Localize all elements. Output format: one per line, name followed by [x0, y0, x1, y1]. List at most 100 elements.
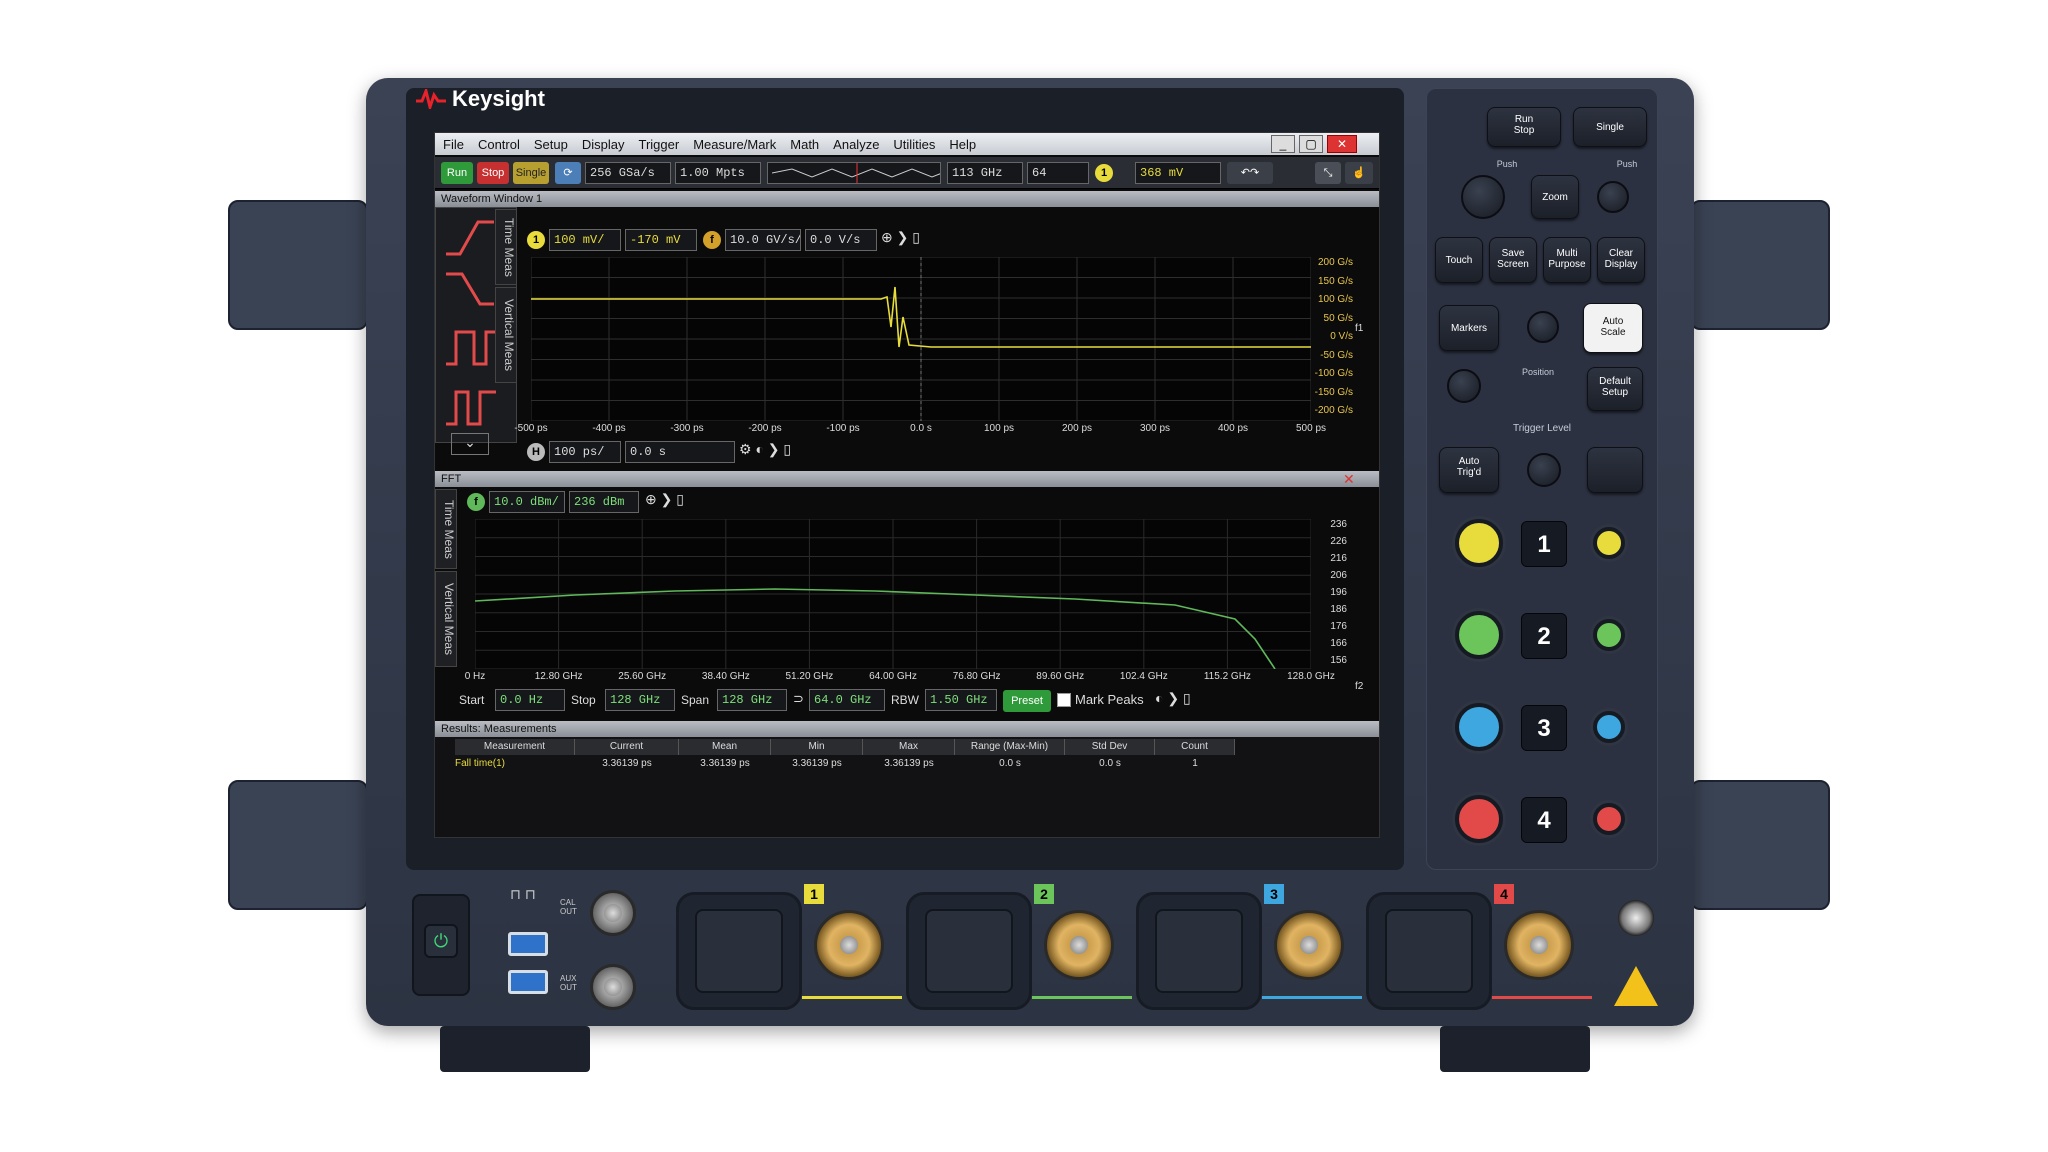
- aux-trigger-connector[interactable]: [1618, 900, 1654, 936]
- fft-plot[interactable]: [474, 518, 1312, 670]
- probe-interface-2[interactable]: [906, 892, 1032, 1010]
- start-field[interactable]: 0.0 Hz: [495, 689, 565, 711]
- auto-trig-key[interactable]: Auto Trig'd: [1439, 447, 1499, 493]
- single-button[interactable]: Single: [513, 162, 549, 184]
- delay-field[interactable]: 0.0 s: [625, 441, 735, 463]
- ch1-offset-field[interactable]: -170 mV: [625, 229, 697, 251]
- close-button[interactable]: ✕: [1327, 135, 1357, 153]
- results-col-header[interactable]: Min: [771, 739, 863, 755]
- fft-options-icon[interactable]: ◐ ❯ ▯: [1155, 690, 1191, 707]
- horizontal-scale-knob[interactable]: [1461, 175, 1505, 219]
- sample-rate-field[interactable]: 256 GSa/s: [585, 162, 671, 184]
- ch1-offset-knob[interactable]: [1593, 527, 1625, 559]
- averages-field[interactable]: 64: [1027, 162, 1089, 184]
- timebase-field[interactable]: 100 ps/: [549, 441, 621, 463]
- center-field[interactable]: 64.0 GHz: [809, 689, 885, 711]
- waveform-plot[interactable]: [530, 256, 1312, 422]
- stop-field[interactable]: 128 GHz: [605, 689, 675, 711]
- power-icon[interactable]: ⏻: [424, 924, 458, 958]
- results-col-header[interactable]: Current: [575, 739, 679, 755]
- ch1-input-connector[interactable]: [814, 910, 884, 980]
- touch-key[interactable]: Touch: [1435, 237, 1483, 283]
- span-field[interactable]: 128 GHz: [717, 689, 787, 711]
- minimize-button[interactable]: _: [1271, 135, 1295, 153]
- fft-close-icon[interactable]: ✕: [1343, 471, 1355, 487]
- clear-display-key[interactable]: Clear Display: [1597, 237, 1645, 283]
- ch2-input-connector[interactable]: [1044, 910, 1114, 980]
- expand-palette-icon[interactable]: ⌄: [451, 433, 489, 455]
- trigger-level-knob[interactable]: [1527, 453, 1561, 487]
- fft-badge[interactable]: f: [467, 493, 485, 511]
- menu-item-math[interactable]: Math: [790, 137, 819, 152]
- marker-knob[interactable]: [1527, 311, 1559, 343]
- trigger-level-field[interactable]: 368 mV: [1135, 162, 1221, 184]
- results-col-header[interactable]: Max: [863, 739, 955, 755]
- fft-offset-field[interactable]: 236 dBm: [569, 491, 639, 513]
- probe-interface-4[interactable]: [1366, 892, 1492, 1010]
- undo-redo-icon[interactable]: ↶↷: [1227, 162, 1273, 184]
- aux-out-connector[interactable]: [590, 964, 636, 1010]
- mark-peaks-checkbox[interactable]: [1057, 693, 1071, 707]
- ch1-badge[interactable]: 1: [527, 231, 545, 249]
- single-key[interactable]: Single: [1573, 107, 1647, 147]
- save-screen-key[interactable]: Save Screen: [1489, 237, 1537, 283]
- trigger-position-knob[interactable]: [1447, 369, 1481, 403]
- timebase-badge[interactable]: H: [527, 443, 545, 461]
- ch1-scale-field[interactable]: 100 mV/: [549, 229, 621, 251]
- math-badge[interactable]: f: [703, 231, 721, 249]
- horizontal-position-knob[interactable]: [1597, 181, 1629, 213]
- horizontal-options-icon[interactable]: ⚙ ◐ ❯ ▯: [739, 441, 795, 463]
- fft-scale-field[interactable]: 10.0 dBm/: [489, 491, 565, 513]
- bandwidth-field[interactable]: 113 GHz: [947, 162, 1023, 184]
- ch3-offset-knob[interactable]: [1593, 711, 1625, 743]
- menu-item-file[interactable]: File: [443, 137, 464, 152]
- preset-button[interactable]: Preset: [1003, 690, 1051, 712]
- ch4-input-connector[interactable]: [1504, 910, 1574, 980]
- ch2-scale-knob[interactable]: [1455, 611, 1503, 659]
- vertical-meas-tab[interactable]: Vertical Meas: [495, 287, 517, 383]
- results-col-header[interactable]: Mean: [679, 739, 771, 755]
- trigger-menu-key[interactable]: [1587, 447, 1643, 493]
- multi-purpose-key[interactable]: Multi Purpose: [1543, 237, 1591, 283]
- ch2-key[interactable]: 2: [1521, 613, 1567, 659]
- memory-depth-field[interactable]: 1.00 Mpts: [675, 162, 761, 184]
- ch3-input-connector[interactable]: [1274, 910, 1344, 980]
- acquisition-mode-icon[interactable]: ⟳: [555, 162, 581, 184]
- fft-time-meas-tab[interactable]: Time Meas: [435, 489, 457, 569]
- results-col-header[interactable]: Std Dev: [1065, 739, 1155, 755]
- usb-port-2[interactable]: [508, 970, 548, 994]
- probe-interface-1[interactable]: [676, 892, 802, 1010]
- results-col-header[interactable]: Measurement: [455, 739, 575, 755]
- default-setup-key[interactable]: Default Setup: [1587, 367, 1643, 411]
- stop-button[interactable]: Stop: [477, 162, 509, 184]
- cal-out-connector[interactable]: [590, 890, 636, 936]
- add-channel-icon[interactable]: ⊕ ❯ ▯: [881, 229, 927, 251]
- rbw-field[interactable]: 1.50 GHz: [925, 689, 997, 711]
- fft-add-icon[interactable]: ⊕ ❯ ▯: [645, 491, 691, 513]
- ch4-offset-knob[interactable]: [1593, 803, 1625, 835]
- results-col-header[interactable]: Range (Max-Min): [955, 739, 1065, 755]
- probe-interface-3[interactable]: [1136, 892, 1262, 1010]
- fft-vertical-meas-tab[interactable]: Vertical Meas: [435, 571, 457, 667]
- auto-scale-key[interactable]: Auto Scale: [1583, 303, 1643, 353]
- results-col-header[interactable]: Count: [1155, 739, 1235, 755]
- menu-item-measure-mark[interactable]: Measure/Mark: [693, 137, 776, 152]
- ch2-offset-knob[interactable]: [1593, 619, 1625, 651]
- trigger-channel-badge[interactable]: 1: [1095, 164, 1113, 182]
- ch4-key[interactable]: 4: [1521, 797, 1567, 843]
- menu-item-setup[interactable]: Setup: [534, 137, 568, 152]
- ch3-scale-knob[interactable]: [1455, 703, 1503, 751]
- menu-item-analyze[interactable]: Analyze: [833, 137, 879, 152]
- menu-item-control[interactable]: Control: [478, 137, 520, 152]
- usb-port-1[interactable]: [508, 932, 548, 956]
- math-offset-field[interactable]: 0.0 V/s: [805, 229, 877, 251]
- menu-item-help[interactable]: Help: [949, 137, 976, 152]
- touch-gesture-icon[interactable]: ☝: [1345, 162, 1373, 184]
- ch1-key[interactable]: 1: [1521, 521, 1567, 567]
- ch3-key[interactable]: 3: [1521, 705, 1567, 751]
- menu-item-display[interactable]: Display: [582, 137, 625, 152]
- menu-item-trigger[interactable]: Trigger: [638, 137, 679, 152]
- zoom-tool-icon[interactable]: ⤡: [1315, 162, 1341, 184]
- ch4-scale-knob[interactable]: [1455, 795, 1503, 843]
- run-stop-key[interactable]: Run Stop: [1487, 107, 1561, 147]
